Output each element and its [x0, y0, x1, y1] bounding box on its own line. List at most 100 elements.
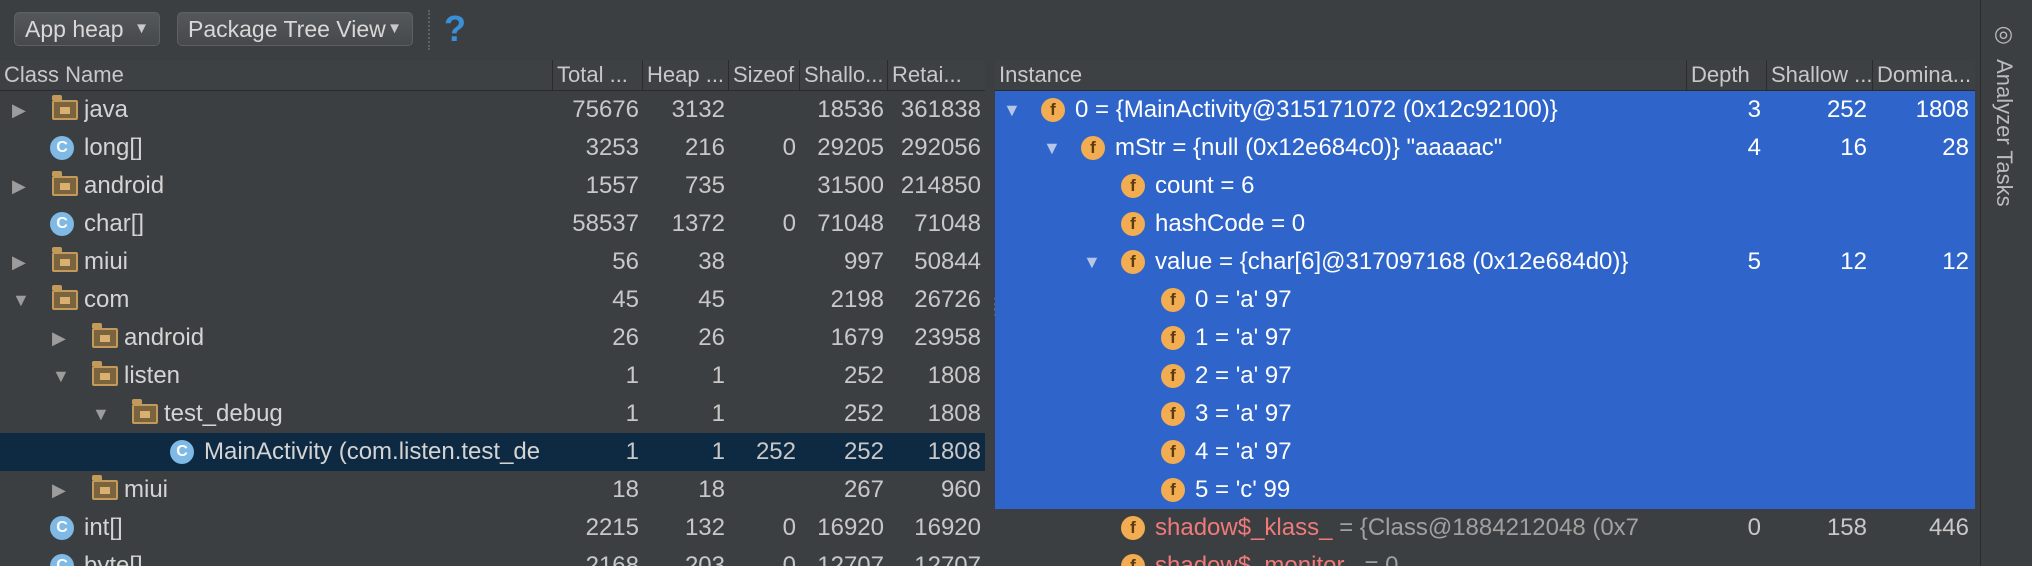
cell-heap: 18 [698, 476, 725, 503]
instance-row[interactable]: f5 = 'c' 99 [995, 471, 1975, 509]
cell-shallow: 158 [1826, 514, 1867, 541]
table-row[interactable]: Cbyte[] 2168 203 0 12707 12707 [0, 547, 985, 566]
instance-row[interactable]: f3 = 'a' 97 [995, 395, 1975, 433]
field-icon: f [1161, 326, 1185, 350]
instance-table[interactable]: Instance Depth Shallow ... Domina... ▼ f 0… [995, 60, 1975, 566]
table-row[interactable]: C MainActivity (com.listen.test_de 1 1 252 25… [0, 433, 985, 471]
cell-shallow: 252 [843, 362, 884, 389]
field-icon: f [1041, 98, 1065, 122]
class-name: int[] [84, 514, 123, 541]
cell-heap: 203 [684, 552, 725, 566]
column-header-depth[interactable]: Depth [1687, 60, 1767, 90]
table-row[interactable]: ▶ android 1557 735 31500 214850 [0, 167, 985, 205]
class-table[interactable]: Class Name Total ... Heap ... Sizeof Sha… [0, 60, 985, 566]
toolbar: App heap ▼ Package Tree View ▼ ? [0, 0, 1980, 60]
expand-arrow-icon[interactable]: ▶ [12, 91, 26, 129]
column-header-class-name[interactable]: Class Name [0, 60, 553, 90]
class-name: android [124, 324, 205, 351]
analyzer-tasks-tab[interactable]: ◎ Analyzer Tasks [1980, 0, 2032, 566]
cell-shallow: 252 [843, 400, 884, 427]
panel-splitter[interactable]: ⋮⋮ [985, 60, 1002, 566]
field-value: = 'a' 97 [1208, 400, 1292, 427]
column-header-instance[interactable]: Instance [995, 60, 1687, 90]
class-name: java [84, 96, 129, 123]
column-header-sizeof[interactable]: Sizeof [729, 60, 800, 90]
table-row[interactable]: ▶ miui 56 38 997 50844 [0, 243, 985, 281]
collapse-arrow-icon[interactable]: ▼ [1083, 243, 1101, 281]
collapse-arrow-icon[interactable]: ▼ [92, 395, 110, 433]
help-icon[interactable]: ? [444, 8, 466, 50]
instance-row[interactable]: ▼ f mStr = {null (0x12e684c0)} "aaaaac" 4 16… [995, 129, 1975, 167]
cell-depth [1687, 547, 1761, 566]
column-header-total[interactable]: Total ... [553, 60, 643, 90]
collapse-arrow-icon[interactable]: ▼ [1043, 129, 1061, 167]
class-table-header: Class Name Total ... Heap ... Sizeof Sha… [0, 60, 985, 91]
cell-total: 1 [625, 438, 639, 465]
table-row[interactable]: ▶ android 26 26 1679 23958 [0, 319, 985, 357]
instance-row[interactable]: f0 = 'a' 97 [995, 281, 1975, 319]
field-value: = 'a' 97 [1208, 286, 1292, 313]
collapse-arrow-icon[interactable]: ▼ [1003, 91, 1021, 129]
field-value: = {char[6]@317097168 (0x12e684d0)} [1212, 248, 1629, 275]
instance-row[interactable]: ▼ f value = {char[6]@317097168 (0x12e684d0… [995, 243, 1975, 281]
cell-dominating [1873, 357, 1969, 395]
instance-row[interactable]: f shadow$_klass_ = {Class@1884212048 (0x7… [995, 509, 1975, 547]
class-name: listen [124, 362, 181, 389]
collapse-arrow-icon[interactable]: ▼ [52, 357, 70, 395]
cell-depth: 5 [1747, 248, 1761, 275]
cell-shallow [1767, 357, 1867, 395]
cell-shallow: 1679 [830, 324, 884, 351]
cell-total: 1 [625, 362, 639, 389]
instance-label: shadow$_klass_ = {Class@1884212048 (0x7 [1155, 509, 1685, 547]
instance-row[interactable]: f1 = 'a' 97 [995, 319, 1975, 357]
cell-sizeof: 0 [782, 210, 796, 237]
instance-row[interactable]: f count = 6 [995, 167, 1975, 205]
instance-row[interactable]: ▼ f 0 = {MainActivity@315171072 (0x12c9210… [995, 91, 1975, 129]
column-header-dominating[interactable]: Domina... [1873, 60, 1975, 90]
cell-total: 1557 [585, 172, 639, 199]
instance-row[interactable]: f hashCode = 0 [995, 205, 1975, 243]
column-header-shallow[interactable]: Shallo... [800, 60, 888, 90]
column-header-shallow-size[interactable]: Shallow ... [1767, 60, 1873, 90]
instance-row[interactable]: f4 = 'a' 97 [995, 433, 1975, 471]
class-icon: C [50, 516, 74, 540]
table-row[interactable]: ▼ listen 1 1 252 1808 [0, 357, 985, 395]
heap-select[interactable]: App heap ▼ [14, 12, 160, 46]
instance-row[interactable]: f2 = 'a' 97 [995, 357, 1975, 395]
field-value: = {MainActivity@315171072 (0x12c92100)} [1088, 96, 1558, 123]
cell-depth [1687, 471, 1761, 509]
table-row[interactable]: ▶ java 75676 3132 18536 361838 [0, 91, 985, 129]
table-row[interactable]: Cint[] 2215 132 0 16920 16920 [0, 509, 985, 547]
cell-heap: 132 [684, 514, 725, 541]
column-header-retained[interactable]: Retai... [888, 60, 985, 90]
expand-arrow-icon[interactable]: ▶ [12, 167, 26, 205]
collapse-arrow-icon[interactable]: ▼ [12, 281, 30, 319]
table-row[interactable]: ▼ com 45 45 2198 26726 [0, 281, 985, 319]
table-row[interactable]: Clong[] 3253 216 0 29205 292056 [0, 129, 985, 167]
table-row[interactable]: ▼ test_debug 1 1 252 1808 [0, 395, 985, 433]
cell-dominating: 12 [1942, 248, 1969, 275]
table-row[interactable]: ▶ miui 18 18 267 960 [0, 471, 985, 509]
expand-arrow-icon[interactable]: ▶ [12, 243, 26, 281]
cell-shallow [1767, 433, 1867, 471]
instance-label: 5 = 'c' 99 [1195, 471, 1685, 509]
cell-retained: 12707 [914, 552, 981, 566]
expand-arrow-icon[interactable]: ▶ [52, 319, 66, 357]
cell-dominating [1873, 281, 1969, 319]
class-name: long[] [84, 134, 143, 161]
column-header-heap[interactable]: Heap ... [643, 60, 729, 90]
view-select[interactable]: Package Tree View ▼ [177, 12, 413, 46]
view-select-label: Package Tree View [188, 16, 386, 42]
instance-row[interactable]: f shadow$_monitor_ = 0 [995, 547, 1975, 566]
expand-arrow-icon[interactable]: ▶ [52, 471, 66, 509]
cell-retained: 361838 [900, 96, 981, 123]
table-row[interactable]: Cchar[] 58537 1372 0 71048 71048 [0, 205, 985, 243]
cell-depth: 0 [1747, 514, 1761, 541]
cell-depth [1687, 281, 1761, 319]
cell-retained: 50844 [914, 248, 981, 275]
folder-icon [132, 399, 158, 424]
cell-sizeof [729, 395, 796, 433]
instance-label: mStr = {null (0x12e684c0)} "aaaaac" [1115, 129, 1685, 167]
cell-total: 45 [612, 286, 639, 313]
analyzer-tasks-text: Analyzer Tasks [1992, 59, 2017, 207]
